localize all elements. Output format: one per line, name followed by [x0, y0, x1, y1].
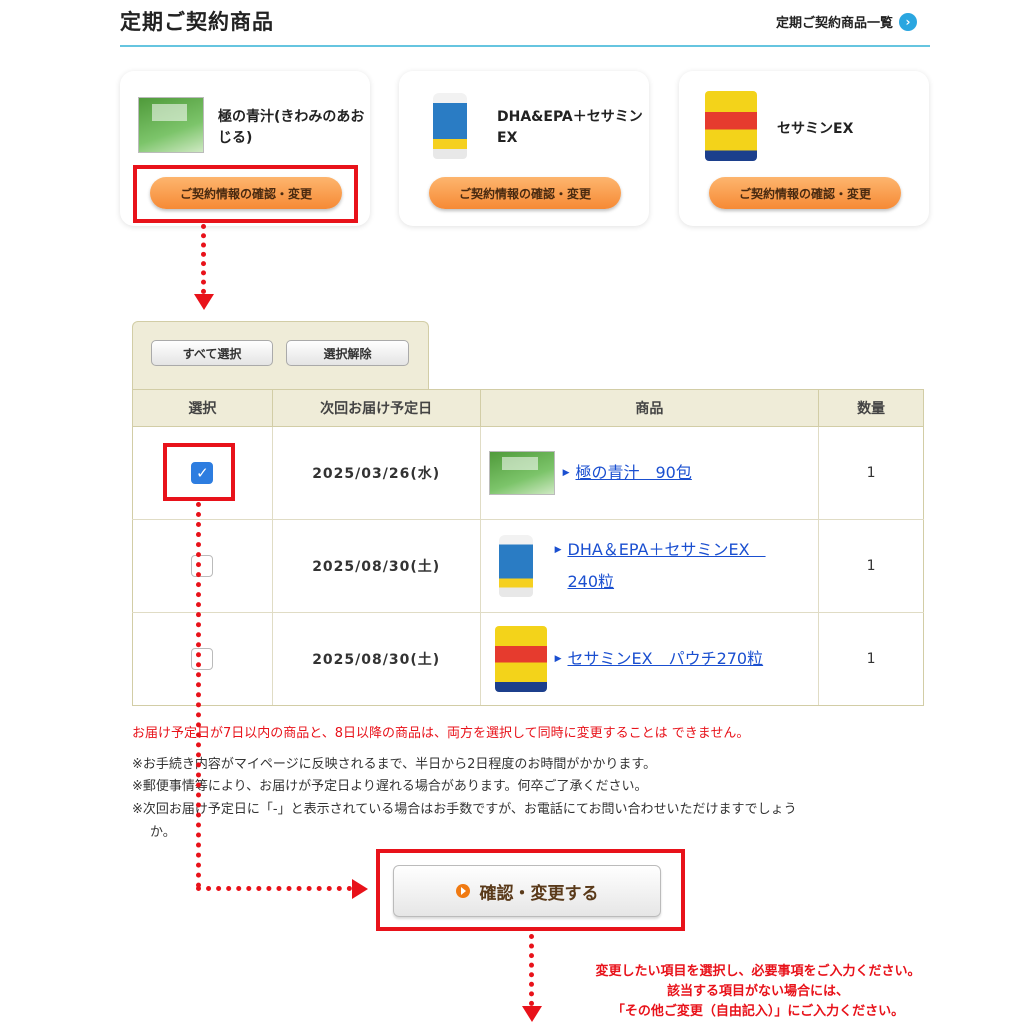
- product-link[interactable]: 極の青汁 90包: [570, 457, 692, 489]
- instruction-note: 変更したい項目を選択し、必要事項をご入力ください。 該当する項目がない場合には、…: [560, 962, 956, 1022]
- triangle-bullet-icon: ▶: [562, 468, 570, 478]
- product-cell: ▶ DHA＆EPA＋セサミンEX 240粒: [479, 519, 820, 613]
- product-card-dha-epa: DHA&EPA＋セサミンEX ご契約情報の確認・変更: [399, 71, 649, 226]
- quantity: 1: [818, 612, 924, 706]
- table-row: 2025/08/30(土) ▶ DHA＆EPA＋セサミンEX 240粒 1: [132, 519, 924, 613]
- select-cell: [132, 612, 273, 706]
- delivery-table: 選択 次回お届け予定日 商品 数量 ✓ 2025/03/26(水) ▶ 極の青汁…: [132, 389, 924, 706]
- deselect-button[interactable]: 選択解除: [286, 340, 409, 366]
- note-text: ※お手続き内容がマイページに反映されるまで、半日から2日程度のお時間がかかります…: [132, 757, 657, 772]
- product-link-line2[interactable]: 240粒: [562, 566, 766, 598]
- product-card-sesamin: セサミンEX ご契約情報の確認・変更: [679, 71, 929, 226]
- page-title: 定期ご契約商品: [120, 10, 274, 34]
- instruction-line: 該当する項目がない場合には、: [666, 984, 849, 999]
- contract-info-button[interactable]: ご契約情報の確認・変更: [709, 177, 901, 209]
- instruction-line: 「その他ご変更（自由記入）」にご入力ください。: [611, 1004, 905, 1019]
- arrow-down-icon: [194, 294, 214, 310]
- supplement-pouch-image: [705, 91, 757, 161]
- triangle-bullet-icon: ▶: [554, 654, 562, 664]
- header-product: 商品: [479, 389, 820, 427]
- supplement-bottle-image: [433, 93, 467, 159]
- green-tea-box-image: [138, 97, 204, 153]
- play-circle-icon: [455, 884, 470, 898]
- delivery-date: 2025/08/30(土): [271, 519, 481, 613]
- quantity: 1: [818, 426, 924, 520]
- guide-dotted-line: [196, 886, 352, 891]
- instruction-line: 変更したい項目を選択し、必要事項をご入力ください。: [595, 964, 921, 979]
- contract-info-button[interactable]: ご契約情報の確認・変更: [429, 177, 621, 209]
- note-text: ※郵便事情等により、お届けが予定日より遅れる場合があります。何卒ご了承ください。: [132, 779, 648, 794]
- guide-dotted-line: [196, 502, 201, 888]
- confirm-change-button[interactable]: 確認・変更する: [393, 865, 661, 917]
- note-text: ※次回お届け予定日に「-」と表示されている場合はお手数ですが、お電話にてお問い合…: [132, 802, 797, 817]
- contract-list-link[interactable]: 定期ご契約商品一覧 ›: [776, 12, 918, 31]
- product-card-name: 極の青汁(きわみのあおじる): [218, 109, 365, 146]
- select-all-button[interactable]: すべて選択: [151, 340, 273, 366]
- table-header-row: 選択 次回お届け予定日 商品 数量: [132, 389, 924, 427]
- product-link[interactable]: DHA＆EPA＋セサミンEX: [562, 534, 766, 566]
- arrow-right-circle-icon: ›: [899, 12, 918, 31]
- quantity: 1: [818, 519, 924, 613]
- table-row: 2025/08/30(土) ▶ セサミンEX パウチ270粒 1: [132, 612, 924, 706]
- row-checkbox[interactable]: [191, 648, 214, 670]
- highlight-card-button: [133, 165, 358, 223]
- contract-list-label: 定期ご契約商品一覧: [776, 16, 894, 31]
- delivery-date: 2025/03/26(水): [271, 426, 481, 520]
- row-checkbox[interactable]: [191, 555, 214, 577]
- highlight-checkbox: [163, 443, 235, 501]
- header-next-delivery: 次回お届け予定日: [271, 389, 481, 427]
- header-quantity: 数量: [818, 389, 924, 427]
- select-cell: [132, 519, 273, 613]
- product-cell: ▶ セサミンEX パウチ270粒: [479, 612, 820, 706]
- product-link[interactable]: セサミンEX パウチ270粒: [562, 643, 764, 675]
- product-card-name: DHA&EPA＋セサミンEX: [497, 109, 643, 146]
- note-text: か。: [150, 825, 176, 840]
- product-card-name: セサミンEX: [777, 121, 854, 137]
- product-cell: ▶ 極の青汁 90包: [479, 426, 820, 520]
- warning-text: お届け予定日が7日以内の商品と、8日以降の商品は、両方を選択して同時に変更するこ…: [132, 726, 750, 741]
- supplement-pouch-image: [494, 626, 547, 692]
- arrow-right-icon: [352, 879, 368, 899]
- confirm-change-label: 確認・変更する: [479, 883, 599, 904]
- triangle-bullet-icon: ▶: [554, 545, 562, 555]
- supplement-bottle-image: [498, 535, 533, 597]
- guide-dotted-line: [529, 934, 534, 1006]
- guide-dotted-line: [201, 224, 206, 294]
- header-select: 選択: [132, 389, 273, 427]
- title-divider: [120, 45, 930, 47]
- arrow-down-icon: [522, 1006, 542, 1022]
- green-tea-box-image: [488, 451, 555, 495]
- delivery-date: 2025/08/30(土): [271, 612, 481, 706]
- table-row: ✓ 2025/03/26(水) ▶ 極の青汁 90包 1: [132, 426, 924, 520]
